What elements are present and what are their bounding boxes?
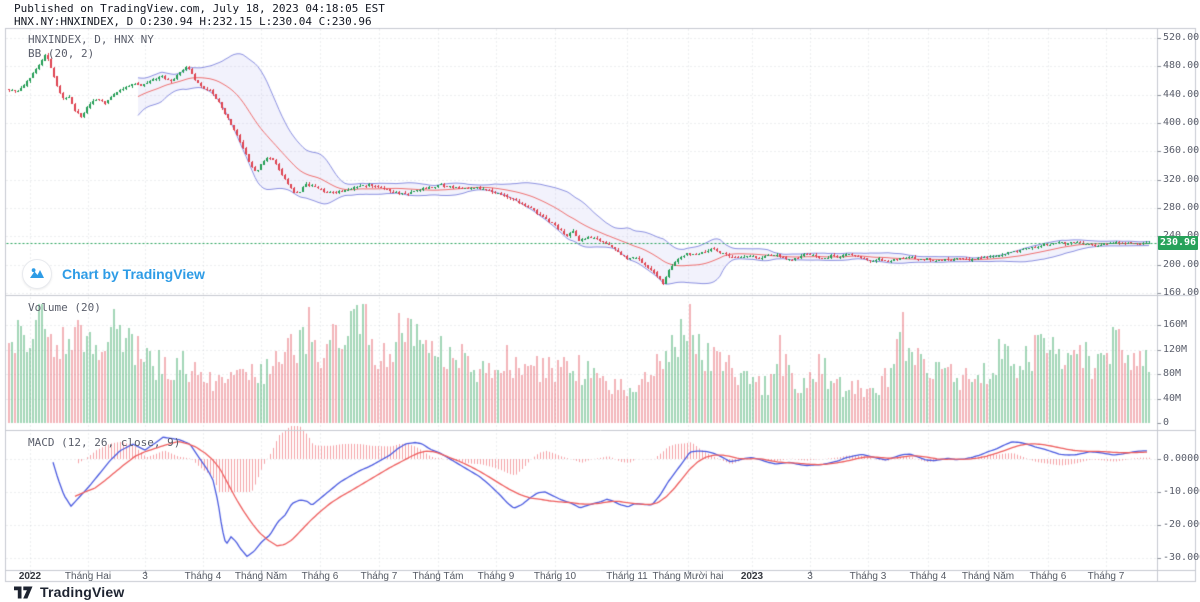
axis-tick-label: 160M [1163,320,1199,330]
axis-tick-label: 0 [1163,418,1199,428]
watermark-link[interactable]: Chart by TradingView [22,259,205,289]
axis-tick-label: 160.00 [1163,288,1199,298]
footer-tradingview-logo[interactable]: TradingView [14,584,124,600]
axis-tick-label: 320.00 [1163,175,1199,185]
axis-tick-label: 200.00 [1163,260,1199,270]
tradingview-mark-icon [14,585,33,600]
axis-tick-label: 360.00 [1163,146,1199,156]
tradingview-snapshot: Published on TradingView.com, July 18, 2… [0,0,1200,602]
axis-tick-label: 80M [1163,369,1199,379]
footer-logo-text: TradingView [40,584,124,600]
last-price-tag: 230.96 [1158,236,1198,250]
axis-tick-label: 40M [1163,394,1199,404]
axis-tick-label: 480.00 [1163,61,1199,71]
axis-tick-label: 520.00 [1163,33,1199,43]
axis-tick-label: 400.00 [1163,118,1199,128]
time-axis-label: Tháng 7 [1061,571,1151,582]
symbol-ohlc-line: HNX.NY:HNXINDEX, D O:230.94 H:232.15 L:2… [14,16,372,28]
price-legend-symbol: HNXINDEX, D, HNX NY [28,33,154,46]
volume-legend: Volume (20) [28,301,101,314]
axis-tick-label: 280.00 [1163,203,1199,213]
axis-tick-label: -30.0000 [1163,553,1199,563]
macd-legend: MACD (12, 26, close, 9) [28,436,180,449]
published-line: Published on TradingView.com, July 18, 2… [14,3,385,15]
axis-tick-label: 0.0000 [1163,454,1199,464]
axis-tick-label: -20.0000 [1163,520,1199,530]
price-legend-bb: BB (20, 2) [28,47,94,60]
tradingview-cloud-icon [22,259,52,289]
axis-tick-label: 440.00 [1163,90,1199,100]
chart-canvas[interactable] [0,0,1200,602]
axis-tick-label: 120M [1163,345,1199,355]
watermark-text: Chart by TradingView [62,266,205,282]
axis-tick-label: -10.0000 [1163,487,1199,497]
